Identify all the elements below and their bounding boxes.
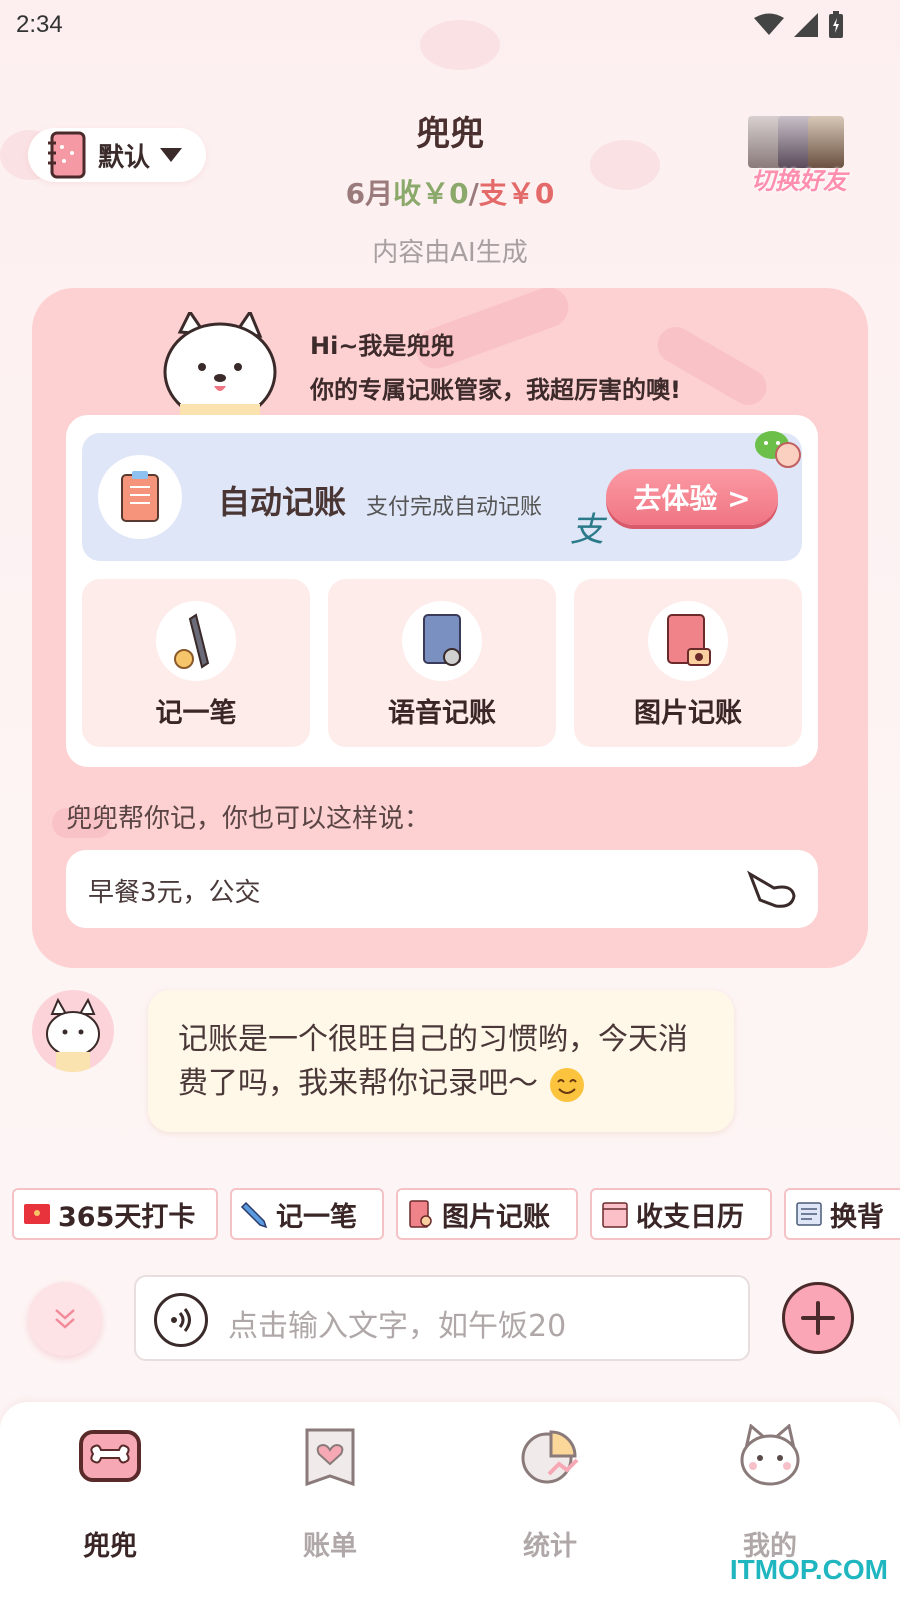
chip-label: 换背 — [830, 1201, 884, 1233]
nav-statistics[interactable]: 统计 — [460, 1424, 640, 1574]
tile-photo-record[interactable]: 图片记账 — [574, 579, 802, 747]
pen-icon — [156, 601, 236, 681]
nav-doudou[interactable]: 兜兜 — [20, 1424, 200, 1574]
summary-month: 6月 — [345, 177, 394, 210]
tile-label: 记一笔 — [155, 698, 237, 729]
wechat-icon — [755, 431, 801, 468]
status-bar: 2:34 — [0, 0, 900, 50]
bottom-navigation: 兜兜 账单 统计 我的 ITMOP.COM — [0, 1402, 900, 1600]
calendar-icon — [602, 1202, 628, 1228]
nav-mine[interactable]: 我的 — [680, 1424, 860, 1574]
dog-mascot-icon — [163, 312, 277, 416]
nav-label: 统计 — [523, 1531, 577, 1562]
chip-change-background[interactable]: 换背 — [784, 1188, 900, 1240]
auto-bookkeeping-title: 自动记账 — [218, 483, 347, 521]
pointing-hand-icon — [747, 870, 796, 908]
auto-bookkeeping-banner[interactable]: 自动记账 支付完成自动记账 支 去体验 > — [82, 431, 802, 561]
voice-wave-icon — [171, 1308, 191, 1332]
quick-actions-panel: 自动记账 支付完成自动记账 支 去体验 > 记一笔 语音记账 图片记账 — [66, 415, 818, 767]
tile-quick-record[interactable]: 记一笔 — [82, 579, 310, 747]
assistant-card: Hi~我是兜兜 你的专属记账管家，我超厉害的噢! 自动记账 支付完成自动记账 支… — [32, 288, 868, 968]
bot-message-bubble: 记账是一个很旺自己的习惯哟，今天消费了吗，我来帮你记录吧～ — [148, 990, 734, 1132]
nav-bill[interactable]: 账单 — [240, 1424, 420, 1574]
status-icons — [754, 11, 844, 39]
site-watermark: ITMOP.COM — [729, 1554, 888, 1585]
microphone-book-icon — [402, 601, 482, 681]
bone-bowl-icon — [79, 1430, 141, 1482]
switch-friend-label: 切换好友 — [751, 167, 847, 195]
bot-avatar — [32, 990, 114, 1072]
example-sentence[interactable]: 早餐3元，公交 — [66, 850, 818, 928]
chip-quick-record[interactable]: 记一笔 — [230, 1188, 384, 1240]
auto-bookkeeping-icon-circle — [98, 455, 182, 539]
pie-chart-icon — [521, 1430, 579, 1484]
switch-friend-button[interactable]: 切换好友 — [740, 116, 858, 200]
camera-book-icon — [648, 601, 728, 681]
status-time: 2:34 — [16, 11, 63, 38]
bill-heart-icon — [305, 1428, 355, 1487]
greeting-text: Hi~我是兜兜 你的专属记账管家，我超厉害的噢! — [310, 324, 681, 412]
smile-emoji-icon — [549, 1067, 584, 1102]
example-hint: 兜兜帮你记，你也可以这样说： — [66, 804, 431, 834]
svg-text:支: 支 — [570, 510, 608, 549]
pencil-icon — [240, 1201, 268, 1229]
chip-label: 记一笔 — [276, 1201, 357, 1233]
example-text: 早餐3元，公交 — [88, 878, 261, 908]
chip-label: 图片记账 — [442, 1201, 550, 1233]
alipay-icon: 支 — [570, 510, 608, 549]
chip-calendar[interactable]: 收支日历 — [590, 1188, 772, 1240]
summary-separator: / — [468, 177, 479, 210]
chip-checkin[interactable]: 365天打卡 — [12, 1188, 218, 1240]
ai-generated-note: 内容由AI生成 — [372, 238, 528, 268]
nav-label: 兜兜 — [83, 1531, 137, 1562]
signal-icon — [794, 13, 818, 37]
summary-expense: 支￥0 — [478, 177, 555, 210]
quick-chips-row: 365天打卡 记一笔 图片记账 收支日历 换背 — [12, 1188, 900, 1240]
red-envelope-icon — [24, 1204, 50, 1224]
plus-icon — [801, 1301, 835, 1335]
chip-label: 收支日历 — [636, 1201, 744, 1233]
newspaper-icon — [796, 1202, 822, 1226]
chip-photo-record[interactable]: 图片记账 — [396, 1188, 578, 1240]
greeting-line-2: 你的专属记账管家，我超厉害的噢! — [310, 376, 681, 404]
nav-label: 账单 — [303, 1531, 357, 1562]
bot-message-text: 记账是一个很旺自己的习惯哟，今天消费了吗，我来帮你记录吧～ — [178, 1022, 688, 1101]
collapse-button[interactable] — [28, 1282, 102, 1356]
try-now-button[interactable]: 去体验 > — [606, 469, 778, 525]
text-input-field[interactable]: 点击输入文字，如午饭20 — [134, 1275, 750, 1361]
chip-label: 365天打卡 — [58, 1201, 196, 1233]
tile-label: 图片记账 — [634, 698, 742, 729]
tile-voice-record[interactable]: 语音记账 — [328, 579, 556, 747]
notebook-icon — [121, 471, 159, 522]
double-chevron-down-icon — [55, 1309, 75, 1329]
summary-income: 收￥0 — [393, 177, 469, 210]
input-placeholder: 点击输入文字，如午饭20 — [228, 1309, 567, 1344]
battery-icon — [829, 11, 843, 38]
voice-input-button[interactable] — [154, 1293, 208, 1347]
greeting-line-1: Hi~我是兜兜 — [310, 332, 455, 360]
add-record-button[interactable] — [782, 1282, 854, 1354]
auto-bookkeeping-subtitle: 支付完成自动记账 — [366, 495, 543, 520]
cat-face-icon — [740, 1424, 800, 1486]
camera-book-icon — [409, 1200, 432, 1228]
wifi-icon — [754, 13, 784, 35]
tile-label: 语音记账 — [388, 698, 496, 729]
